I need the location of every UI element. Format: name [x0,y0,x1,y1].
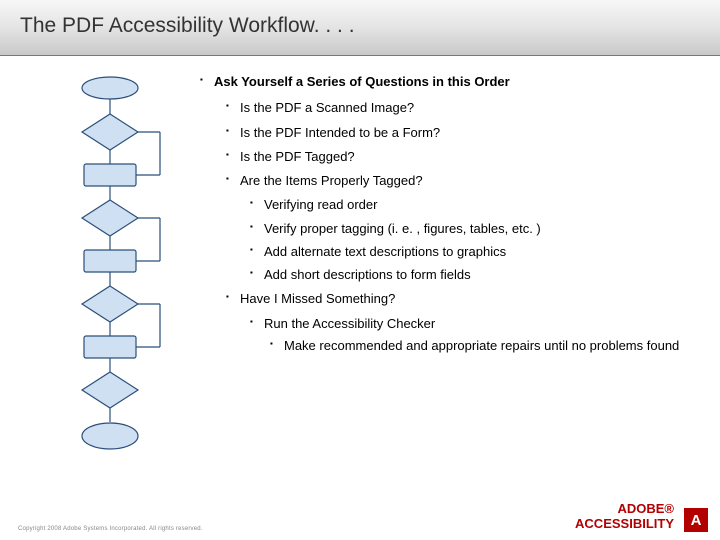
question-list: Is the PDF a Scanned Image? Is the PDF I… [214,100,702,354]
content-area: Ask Yourself a Series of Questions in th… [0,56,720,486]
q-missed: Have I Missed Something? Run the Accessi… [226,291,702,354]
sub-readorder-text: Verifying read order [264,197,377,212]
copyright-text: Copyright 2008 Adobe Systems Incorporate… [18,526,203,532]
brand-line1: ADOBE® [575,501,674,517]
brand-block: ADOBE® ACCESSIBILITY A [575,501,708,532]
sub-formdesc: Add short descriptions to form fields [250,267,702,283]
q-missed-text: Have I Missed Something? [240,291,395,306]
q-scanned-text: Is the PDF a Scanned Image? [240,100,414,115]
sub-readorder: Verifying read order [250,197,702,213]
sub-repairs: Make recommended and appropriate repairs… [270,338,702,354]
heading-item: Ask Yourself a Series of Questions in th… [200,74,702,354]
footer: Copyright 2008 Adobe Systems Incorporate… [0,490,720,540]
slide: The PDF Accessibility Workflow. . . . [0,0,720,540]
heading-text: Ask Yourself a Series of Questions in th… [214,74,510,89]
slide-title: The PDF Accessibility Workflow. . . . [20,14,700,38]
sub-alttext-text: Add alternate text descriptions to graph… [264,244,506,259]
sub-alttext: Add alternate text descriptions to graph… [250,244,702,260]
title-bar: The PDF Accessibility Workflow. . . . [0,0,720,56]
text-column: Ask Yourself a Series of Questions in th… [200,74,702,486]
proper-sublist: Verifying read order Verify proper taggi… [240,197,702,283]
q-scanned: Is the PDF a Scanned Image? [226,100,702,116]
sub-checker: Run the Accessibility Checker Make recom… [250,316,702,355]
brand-text: ADOBE® ACCESSIBILITY [575,501,674,532]
adobe-logo-icon: A [684,508,708,532]
logo-letter: A [691,512,702,529]
q-form: Is the PDF Intended to be a Form? [226,125,702,141]
q-proper-text: Are the Items Properly Tagged? [240,173,423,188]
brand-line2: ACCESSIBILITY [575,516,674,532]
flowchart-icon [40,74,180,464]
sub-tagging: Verify proper tagging (i. e. , figures, … [250,221,702,237]
q-proper: Are the Items Properly Tagged? Verifying… [226,173,702,283]
sub-formdesc-text: Add short descriptions to form fields [264,267,471,282]
sub-checker-text: Run the Accessibility Checker [264,316,435,331]
q-form-text: Is the PDF Intended to be a Form? [240,125,440,140]
q-tagged-text: Is the PDF Tagged? [240,149,355,164]
sub-tagging-text: Verify proper tagging (i. e. , figures, … [264,221,541,236]
flowchart-column [40,74,200,486]
checker-sublist: Make recommended and appropriate repairs… [264,338,702,354]
missed-sublist: Run the Accessibility Checker Make recom… [240,316,702,355]
outline-root: Ask Yourself a Series of Questions in th… [200,74,702,354]
q-tagged: Is the PDF Tagged? [226,149,702,165]
sub-repairs-text: Make recommended and appropriate repairs… [284,338,679,353]
